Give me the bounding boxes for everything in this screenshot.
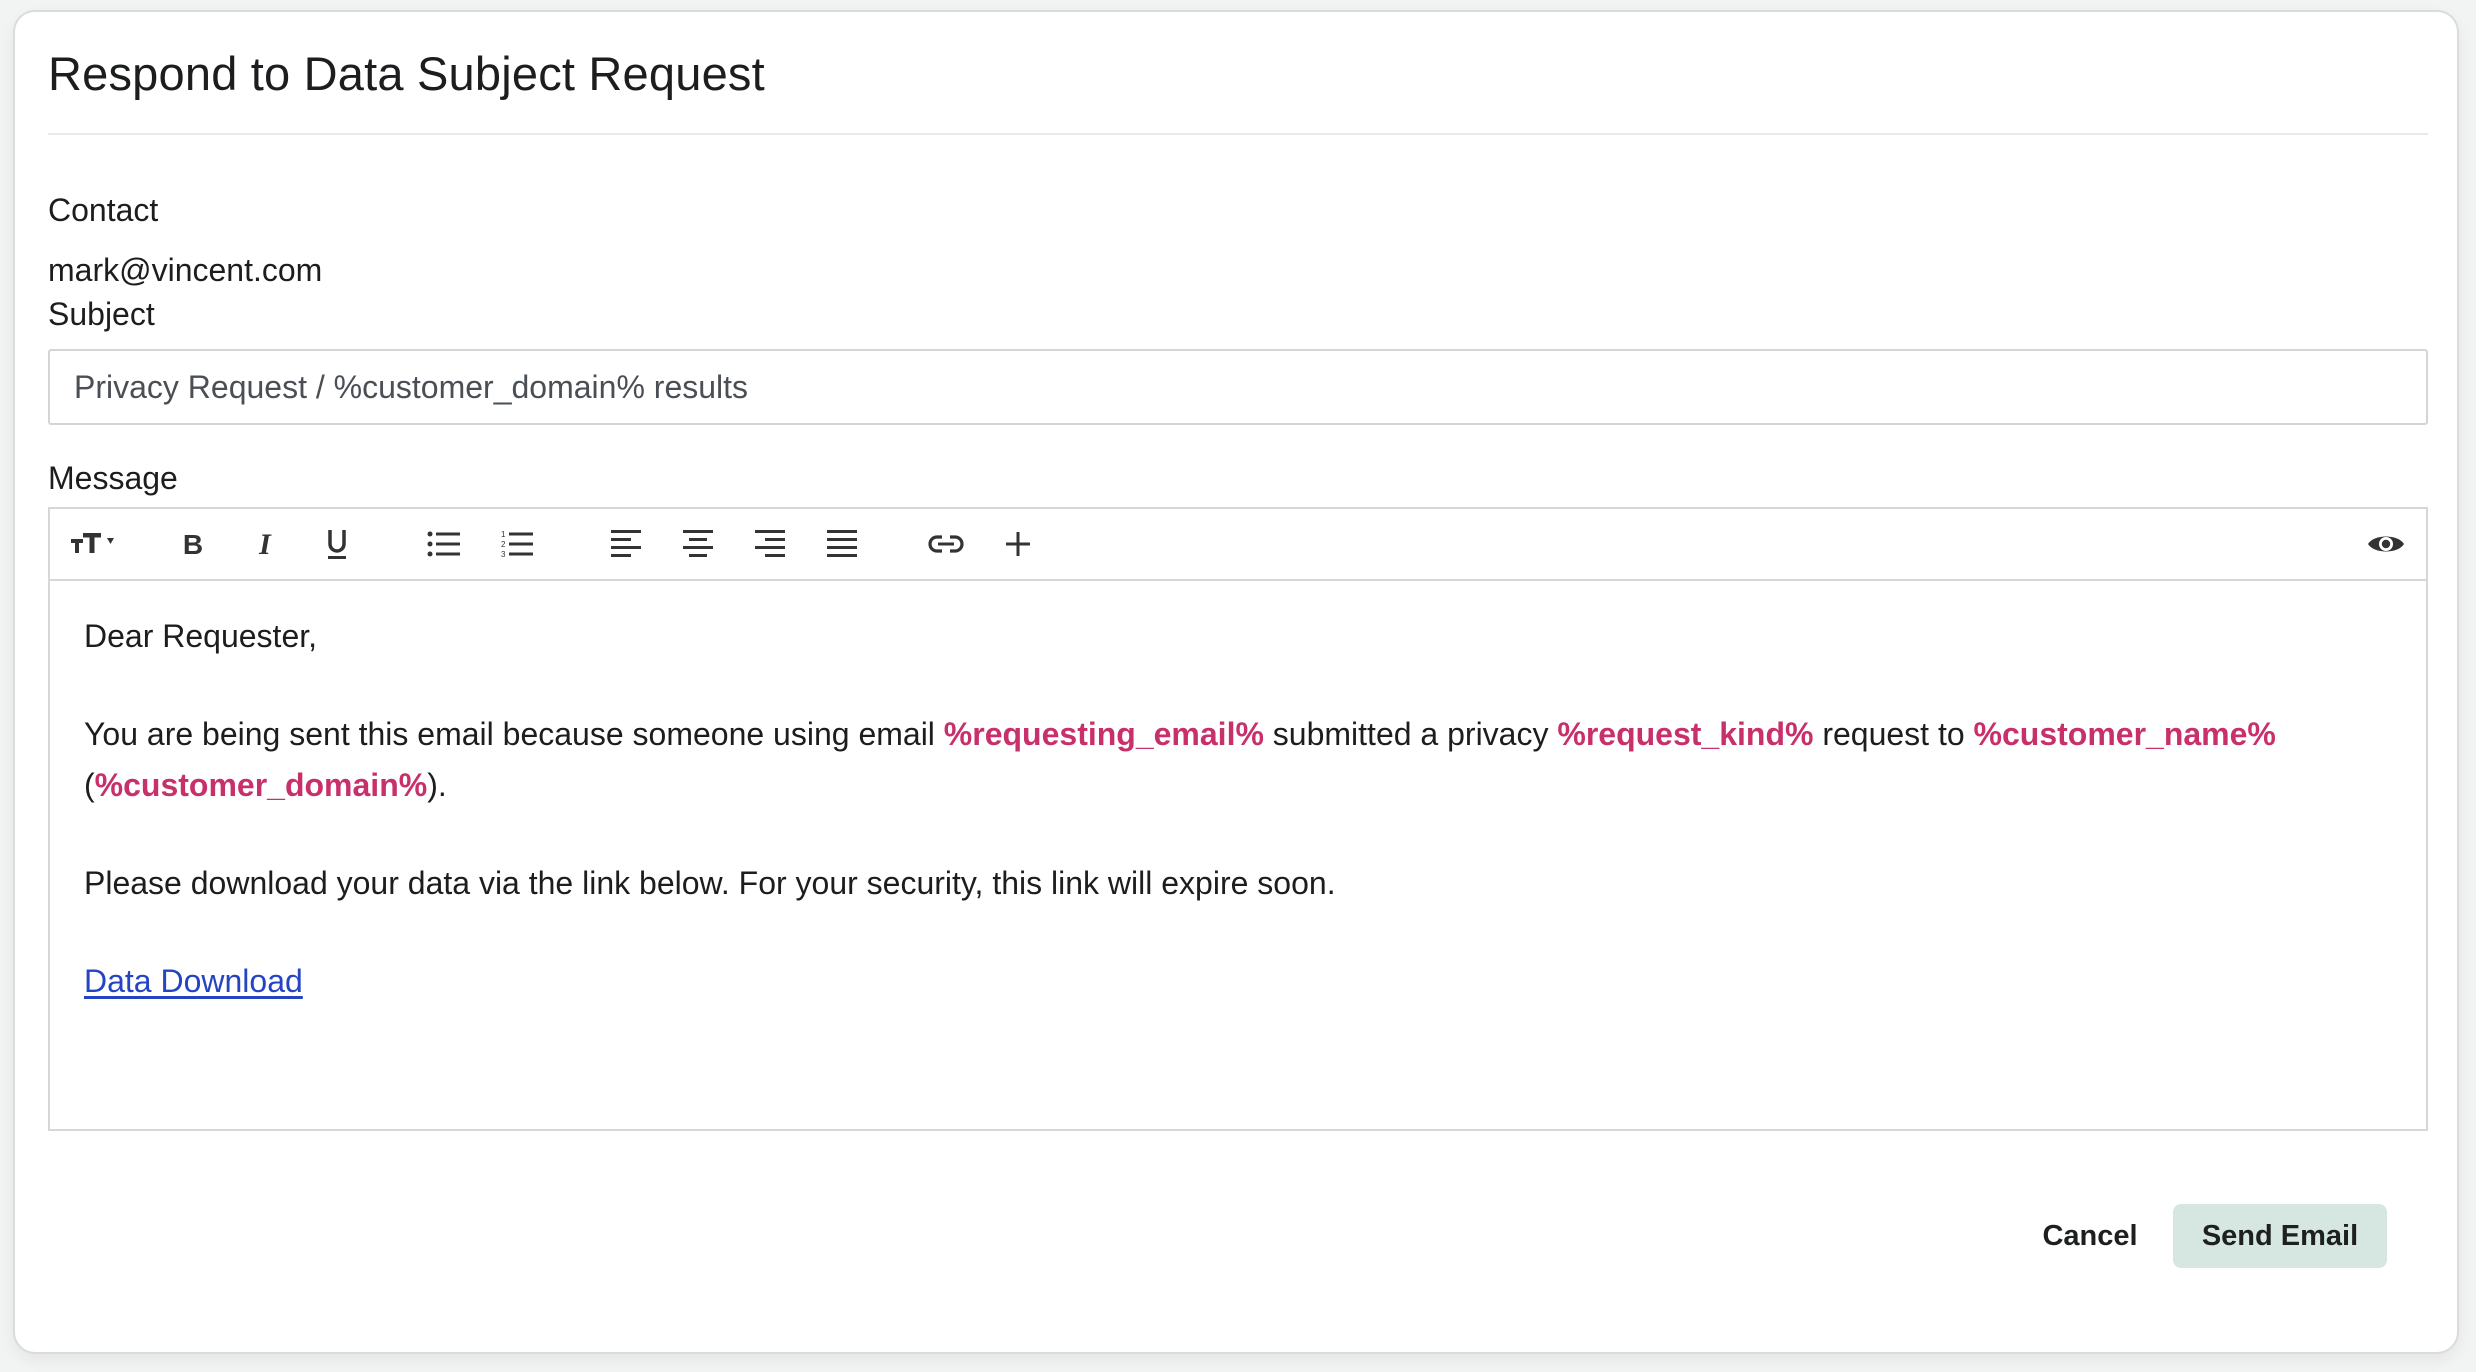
message-label: Message bbox=[48, 460, 178, 496]
cancel-button[interactable]: Cancel bbox=[2025, 1204, 2155, 1268]
variable-customer-domain: %customer_domain% bbox=[94, 767, 428, 803]
italic-icon: I bbox=[258, 529, 272, 559]
bulleted-list-icon bbox=[427, 531, 460, 557]
plus-icon bbox=[1006, 532, 1030, 556]
insert-link-button[interactable] bbox=[926, 526, 966, 562]
text: submitted a privacy bbox=[1263, 716, 1558, 752]
message-body[interactable]: Dear Requester, You are being sent this … bbox=[50, 581, 2426, 1007]
align-justify-icon bbox=[827, 530, 857, 557]
insert-variable-button[interactable] bbox=[998, 526, 1038, 562]
svg-text:I: I bbox=[258, 529, 272, 559]
svg-text:1: 1 bbox=[501, 530, 506, 539]
align-center-button[interactable] bbox=[678, 526, 718, 562]
request-paragraph: You are being sent this email because so… bbox=[84, 709, 2392, 811]
align-right-icon bbox=[755, 530, 785, 557]
underline-icon bbox=[328, 530, 346, 559]
respond-dialog: Respond to Data Subject Request Contact … bbox=[13, 10, 2459, 1354]
variable-requesting-email: %requesting_email% bbox=[943, 716, 1264, 752]
greeting: Dear Requester, bbox=[84, 618, 318, 654]
svg-text:2: 2 bbox=[501, 540, 506, 549]
data-download-link[interactable]: Data Download bbox=[84, 963, 303, 999]
font-size-icon bbox=[71, 533, 114, 553]
contact-label: Contact bbox=[48, 192, 159, 228]
text: request to bbox=[1813, 716, 1974, 752]
align-left-button[interactable] bbox=[606, 526, 646, 562]
align-left-icon bbox=[611, 530, 641, 557]
message-editor: B I 1 2 3 Dear Requester, You are being … bbox=[48, 507, 2428, 1131]
bold-icon: B bbox=[183, 529, 203, 559]
text: ( bbox=[84, 767, 95, 803]
numbered-list-button[interactable]: 1 2 3 bbox=[497, 526, 537, 562]
text: ). bbox=[427, 767, 447, 803]
align-right-button[interactable] bbox=[750, 526, 790, 562]
send-email-button[interactable]: Send Email bbox=[2173, 1204, 2387, 1268]
numbered-list-icon: 1 2 3 bbox=[501, 530, 533, 559]
underline-button[interactable] bbox=[317, 526, 357, 562]
align-center-icon bbox=[683, 530, 713, 557]
svg-text:B: B bbox=[183, 529, 203, 559]
italic-button[interactable]: I bbox=[245, 526, 285, 562]
variable-request-kind: %request_kind% bbox=[1557, 716, 1814, 752]
svg-text:3: 3 bbox=[501, 550, 506, 559]
subject-input[interactable] bbox=[48, 349, 2428, 425]
dialog-title: Respond to Data Subject Request bbox=[48, 47, 765, 100]
title-divider bbox=[48, 133, 2428, 135]
variable-customer-name: %customer_name% bbox=[1973, 716, 2276, 752]
text: You are being sent this email because so… bbox=[84, 716, 944, 752]
download-paragraph: Please download your data via the link b… bbox=[84, 865, 1336, 901]
link-icon bbox=[928, 535, 964, 553]
eye-icon bbox=[2368, 536, 2404, 552]
editor-toolbar: B I 1 2 3 bbox=[50, 509, 2426, 581]
bold-button[interactable]: B bbox=[173, 526, 213, 562]
subject-label: Subject bbox=[48, 296, 155, 332]
align-justify-button[interactable] bbox=[822, 526, 862, 562]
contact-email: mark@vincent.com bbox=[48, 252, 323, 288]
preview-button[interactable] bbox=[2364, 526, 2408, 562]
bulleted-list-button[interactable] bbox=[424, 526, 464, 562]
font-size-button[interactable] bbox=[68, 526, 120, 562]
